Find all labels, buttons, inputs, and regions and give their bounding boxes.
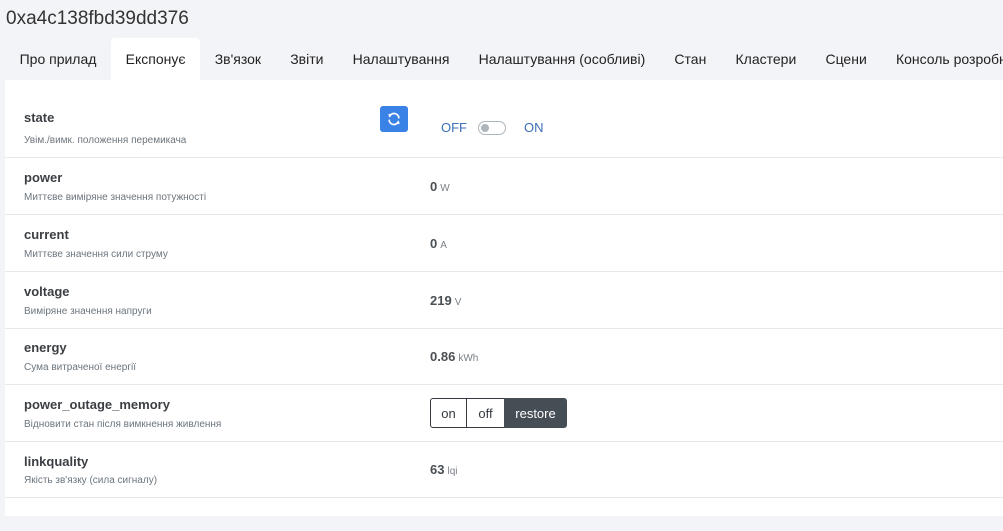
refresh-state-button[interactable] bbox=[380, 106, 408, 132]
expose-label: current bbox=[24, 227, 69, 242]
expose-label: voltage bbox=[24, 284, 70, 299]
expose-description: Якість зв'язку (сила сигналу) bbox=[24, 475, 158, 486]
expose-row-power: power Миттєве виміряне значення потужнос… bbox=[5, 158, 1003, 215]
device-title: 0xa4c138fbd39dd376 bbox=[6, 8, 189, 29]
expose-description: Миттєве значення сили струму bbox=[24, 249, 168, 260]
expose-label: energy bbox=[24, 340, 67, 355]
value-number: 0 bbox=[430, 236, 438, 251]
value-unit: kWh bbox=[458, 353, 479, 364]
expose-row-power-outage-memory: power_outage_memory Відновити стан після… bbox=[5, 385, 1003, 442]
expose-description: Виміряне значення напруги bbox=[24, 306, 152, 317]
expose-description: Сума витраченої енергії bbox=[24, 362, 136, 373]
expose-label: power_outage_memory bbox=[24, 397, 170, 412]
tab-bind[interactable]: Зв'язок bbox=[200, 38, 276, 80]
tab-settings[interactable]: Налаштування bbox=[338, 38, 464, 80]
value-number: 63 bbox=[430, 462, 445, 477]
value-number: 0 bbox=[430, 179, 438, 194]
option-restore-button[interactable]: restore bbox=[504, 398, 567, 428]
state-toggle-switch[interactable] bbox=[478, 120, 506, 135]
expose-description: Увім./вимк. положення перемикача bbox=[24, 135, 187, 146]
expose-value: 0.86 kWh bbox=[430, 349, 478, 364]
expose-row-linkquality: linkquality Якість зв'язку (сила сигналу… bbox=[5, 442, 1003, 498]
value-number: 0.86 bbox=[430, 349, 456, 364]
value-unit: A bbox=[440, 240, 447, 251]
expose-label: linkquality bbox=[24, 454, 89, 469]
expose-description: Відновити стан після вимкнення живлення bbox=[24, 419, 222, 430]
expose-label: state bbox=[24, 110, 55, 125]
refresh-icon bbox=[388, 112, 400, 126]
tab-exposes[interactable]: Експонує bbox=[111, 38, 201, 80]
tab-reporting[interactable]: Звіти bbox=[276, 38, 338, 80]
tab-about[interactable]: Про прилад bbox=[5, 38, 111, 80]
expose-row-state: state Увім./вимк. положення перемикача O… bbox=[5, 80, 1003, 158]
off-label[interactable]: OFF bbox=[441, 120, 467, 135]
expose-row-current: current Миттєве значення сили струму 0A bbox=[5, 215, 1003, 272]
expose-row-energy: energy Сума витраченої енергії 0.86 kWh bbox=[5, 329, 1003, 385]
state-switch-group: OFF ON bbox=[441, 120, 544, 135]
expose-row-voltage: voltage Виміряне значення напруги 219 V bbox=[5, 272, 1003, 329]
expose-description: Миттєве виміряне значення потужності bbox=[24, 192, 207, 203]
expose-value: 0W bbox=[430, 179, 450, 194]
expose-value: 63 lqi bbox=[430, 462, 457, 477]
exposes-panel: state Увім./вимк. положення перемикача O… bbox=[5, 80, 1003, 516]
value-unit: V bbox=[454, 297, 462, 308]
power-outage-memory-button-group: on off restore bbox=[430, 398, 567, 428]
tab-dev-console[interactable]: Консоль розробника bbox=[881, 38, 1003, 80]
tab-scenes[interactable]: Сцени bbox=[811, 38, 882, 80]
switch-knob bbox=[481, 123, 489, 132]
value-number: 219 bbox=[430, 293, 452, 308]
expose-label: power bbox=[24, 170, 63, 185]
tab-bar: Про прилад Експонує Зв'язок Звіти Налашт… bbox=[5, 38, 1003, 80]
on-label[interactable]: ON bbox=[524, 120, 544, 135]
tab-settings-specific[interactable]: Налаштування (особливі) bbox=[464, 38, 660, 80]
expose-value: 0A bbox=[430, 236, 447, 251]
tab-state[interactable]: Стан bbox=[660, 38, 721, 80]
option-on-button[interactable]: on bbox=[430, 398, 467, 428]
option-off-button[interactable]: off bbox=[466, 398, 505, 428]
value-unit: lqi bbox=[447, 466, 458, 477]
value-unit: W bbox=[440, 183, 450, 194]
expose-value: 219 V bbox=[430, 293, 461, 308]
tab-clusters[interactable]: Кластери bbox=[721, 38, 811, 80]
